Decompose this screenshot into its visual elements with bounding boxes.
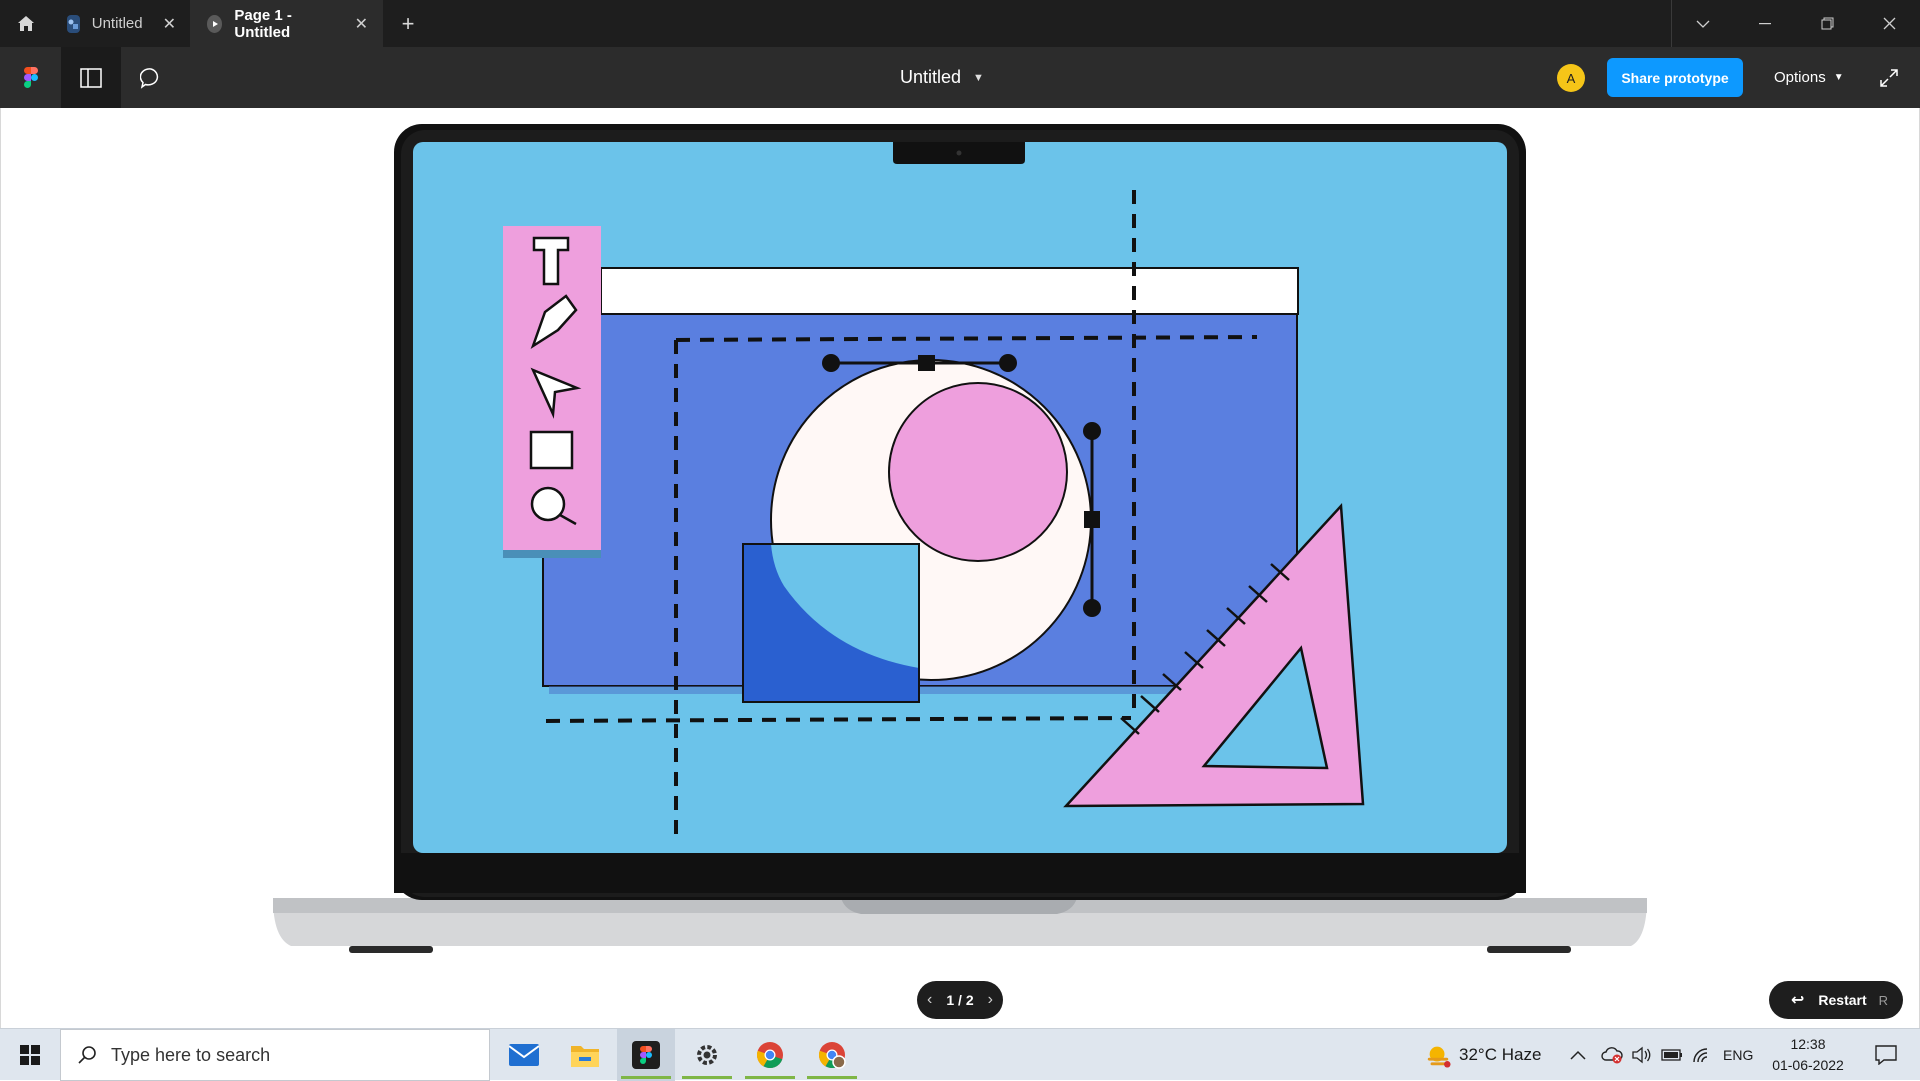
- new-tab-button[interactable]: +: [383, 0, 433, 47]
- network-status[interactable]: [1692, 1029, 1712, 1081]
- chevron-down-icon: ▼: [1833, 72, 1844, 83]
- fullscreen-button[interactable]: [1868, 47, 1910, 108]
- weather-text: 32°C Haze: [1459, 1045, 1542, 1064]
- page-counter: 1 / 2: [946, 992, 974, 1008]
- cloud-error-icon: [1601, 1047, 1623, 1064]
- title-drag-area[interactable]: [433, 0, 1671, 47]
- taskbar-app-file-explorer[interactable]: [556, 1029, 614, 1081]
- volume-button[interactable]: [1632, 1029, 1652, 1081]
- weather-widget[interactable]: 32°C Haze: [1425, 1029, 1541, 1081]
- active-app-indicator: [621, 1076, 671, 1079]
- system-clock[interactable]: 12:38 01-06-2022: [1760, 1034, 1856, 1076]
- battery-status[interactable]: [1661, 1029, 1683, 1081]
- input-language[interactable]: ENG: [1723, 1029, 1753, 1081]
- expand-icon: [1880, 68, 1898, 87]
- restore-icon: [1821, 17, 1833, 30]
- battery-icon: [1661, 1049, 1682, 1061]
- chevron-up-icon: [1570, 1050, 1586, 1060]
- close-window-button[interactable]: [1858, 0, 1920, 47]
- sidebar-icon: [80, 67, 102, 88]
- restart-shortcut: R: [1878, 992, 1889, 1008]
- home-button[interactable]: [0, 0, 51, 47]
- close-tab-icon[interactable]: ✕: [355, 14, 368, 34]
- options-menu-button[interactable]: Options ▼: [1774, 47, 1844, 108]
- figma-icon: [632, 1041, 660, 1069]
- chevron-down-icon: [1696, 20, 1710, 28]
- tabs-dropdown-button[interactable]: [1672, 0, 1734, 47]
- page-navigator: ‹ 1 / 2 ›: [917, 981, 1003, 1019]
- clock-date: 01-06-2022: [1772, 1057, 1844, 1073]
- speaker-icon: [1632, 1046, 1651, 1064]
- figma-file-icon: [67, 14, 80, 33]
- windows-taskbar: Type here to search 32°C Haze ENG 12:38 …: [0, 1028, 1920, 1081]
- chevron-down-icon: ▼: [973, 71, 984, 84]
- window-title-bar: Untitled ✕ Page 1 - Untitled ✕ +: [0, 0, 1920, 47]
- prototype-canvas[interactable]: ‹ 1 / 2 › ↩ Restart R: [0, 108, 1920, 1028]
- settings-icon: [697, 1045, 717, 1065]
- chrome-icon: [756, 1042, 783, 1069]
- taskbar-app-figma[interactable]: [617, 1029, 675, 1081]
- comment-icon: [140, 67, 159, 89]
- mail-icon: [509, 1044, 539, 1066]
- restart-button[interactable]: ↩ Restart R: [1769, 981, 1903, 1019]
- chrome-profile-icon: [818, 1042, 846, 1069]
- taskbar-app-chrome[interactable]: [741, 1029, 799, 1081]
- start-button[interactable]: [0, 1029, 60, 1081]
- tab-label: Untitled: [91, 15, 143, 32]
- close-icon: [1883, 17, 1895, 30]
- comment-button[interactable]: [121, 47, 181, 108]
- taskbar-app-chrome-profile[interactable]: [803, 1029, 861, 1081]
- tab-label: Page 1 - Untitled: [234, 6, 292, 41]
- file-title: Untitled: [900, 67, 962, 87]
- tab-page-1-untitled[interactable]: Page 1 - Untitled ✕: [191, 0, 383, 47]
- chevron-right-icon[interactable]: ›: [988, 991, 993, 1009]
- file-title-menu[interactable]: Untitled ▼: [900, 47, 984, 108]
- laptop-design-illustration[interactable]: [1, 108, 1920, 1028]
- options-label: Options: [1774, 69, 1826, 86]
- haze-weather-icon: [1427, 1046, 1451, 1068]
- notifications-button[interactable]: [1864, 1029, 1908, 1081]
- toggle-sidebar-button[interactable]: [61, 47, 121, 108]
- onedrive-status[interactable]: [1601, 1029, 1623, 1081]
- taskbar-search-input[interactable]: Type here to search: [60, 1029, 490, 1081]
- prototype-toolbar: Untitled ▼ A Share prototype Options ▼: [0, 47, 1920, 108]
- avatar[interactable]: A: [1557, 64, 1585, 92]
- minimize-button[interactable]: [1734, 0, 1796, 47]
- notification-icon: [1875, 1045, 1897, 1065]
- running-app-indicator: [682, 1076, 732, 1079]
- windows-icon: [20, 1045, 40, 1065]
- close-tab-icon[interactable]: ✕: [163, 14, 176, 34]
- show-hidden-icons-button[interactable]: [1570, 1029, 1586, 1081]
- search-icon: [78, 1046, 96, 1064]
- play-icon: [207, 14, 223, 33]
- taskbar-app-settings[interactable]: [678, 1029, 736, 1081]
- running-app-indicator: [807, 1076, 857, 1079]
- search-placeholder: Type here to search: [111, 1044, 271, 1065]
- running-app-indicator: [745, 1076, 795, 1079]
- restart-label: Restart: [1818, 992, 1867, 1008]
- wifi-icon: [1693, 1048, 1708, 1063]
- home-icon: [17, 16, 34, 31]
- restore-button[interactable]: [1796, 0, 1858, 47]
- back-arrow-icon: ↩: [1791, 992, 1805, 1009]
- plus-icon: +: [401, 10, 415, 36]
- clock-time: 12:38: [1790, 1036, 1826, 1052]
- tab-untitled[interactable]: Untitled ✕: [51, 0, 191, 47]
- taskbar-app-mail[interactable]: [495, 1029, 553, 1081]
- file-explorer-icon: [571, 1046, 599, 1067]
- figma-logo-icon: [23, 67, 38, 88]
- chevron-left-icon[interactable]: ‹: [927, 991, 932, 1009]
- minimize-icon: [1759, 22, 1771, 24]
- figma-menu-button[interactable]: [0, 47, 61, 108]
- share-prototype-button[interactable]: Share prototype: [1607, 58, 1743, 97]
